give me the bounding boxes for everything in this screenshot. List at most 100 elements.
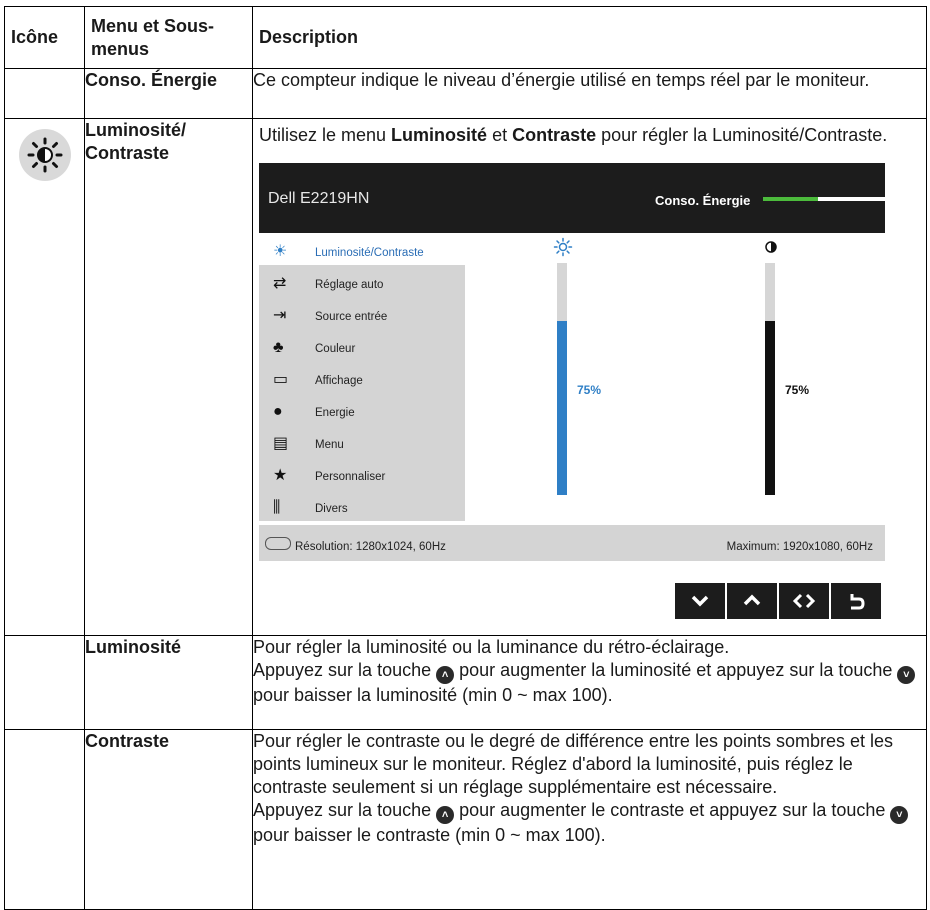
brightness-sun-icon xyxy=(18,129,71,181)
enter-icon xyxy=(792,593,816,609)
brightness-slider[interactable]: 75% xyxy=(553,233,613,525)
osd-menu-label: Divers xyxy=(315,503,348,515)
menu-cell: Contraste xyxy=(84,729,253,910)
menu-item-luminosite: Luminosité xyxy=(85,637,182,657)
desc-text: Pour régler la luminosité ou la luminanc… xyxy=(253,637,730,657)
star-icon: ★ xyxy=(273,467,288,484)
desc-cell: Pour régler le contraste ou le degré de … xyxy=(252,729,927,910)
desc-text: pour augmenter le contraste et appuyez s… xyxy=(454,800,891,820)
energy-meter xyxy=(763,197,885,201)
desc-text: pour baisser le contraste (min 0 ~ max 1… xyxy=(253,825,606,845)
contrast-fill xyxy=(765,321,775,495)
desc-cell: Pour régler la luminosité ou la luminanc… xyxy=(252,635,927,730)
auto-adjust-icon: ⇄ xyxy=(273,275,287,292)
osd-status-bar: Résolution: 1280x1024, 60Hz Maximum: 192… xyxy=(259,525,885,561)
osd-resolution: Résolution: 1280x1024, 60Hz xyxy=(295,541,446,553)
resolution-icon xyxy=(265,537,291,550)
up-key-icon: ˄ xyxy=(436,806,455,824)
osd-menu-label: Energie xyxy=(315,407,355,419)
desc-cell: Ce compteur indique le niveau d’énergie … xyxy=(252,68,927,119)
osd-energy-label: Conso. Énergie xyxy=(655,193,751,208)
contrast-track xyxy=(765,263,775,495)
table-header-row: Icône Menu et Sous-menus Description xyxy=(4,6,927,69)
icon-cell xyxy=(4,68,85,119)
down-key-icon: ˅ xyxy=(890,806,909,824)
enter-button[interactable] xyxy=(779,583,829,619)
icon-cell xyxy=(4,729,85,910)
brightness-track xyxy=(557,263,567,495)
menu-table: Icône Menu et Sous-menus Description Con… xyxy=(4,6,927,910)
others-icon: ⫼ xyxy=(273,499,281,516)
header-menu-label: Menu et Sous-menus xyxy=(91,15,215,59)
icon-cell xyxy=(4,118,85,636)
osd-body: ☀ Luminosité/Contraste ⇄ Réglage auto ⇥ Sourc… xyxy=(259,233,885,525)
sun-icon xyxy=(553,237,573,257)
table-row: Luminosité Pour régler la luminosité ou … xyxy=(4,635,927,730)
header-icon-col: Icône xyxy=(4,6,85,69)
desc-text: Pour régler le contraste ou le degré de … xyxy=(253,731,894,797)
osd-menu-item[interactable]: ★ Personnaliser xyxy=(259,457,465,489)
osd-menu-item[interactable]: ▭ Affichage xyxy=(259,361,465,393)
up-button[interactable] xyxy=(727,583,777,619)
desc-text: pour augmenter la luminosité et appuyez … xyxy=(454,660,898,680)
desc-text: Appuyez sur la touche xyxy=(253,660,437,680)
desc-conso-energie: Ce compteur indique le niveau d’énergie … xyxy=(253,70,870,90)
osd-screenshot: Dell E2219HN Conso. Énergie ☀ Luminosité/… xyxy=(259,163,885,635)
desc-bold-contraste: Contraste xyxy=(512,125,597,145)
osd-menu-item[interactable]: ⫼ Divers xyxy=(259,489,465,521)
osd-header: Dell E2219HN Conso. Énergie xyxy=(259,163,885,233)
desc-text: Appuyez sur la touche xyxy=(253,800,437,820)
osd-menu-label: Couleur xyxy=(315,343,356,355)
down-key-icon: ˅ xyxy=(897,666,916,684)
desc-text: Utilisez le menu xyxy=(259,125,392,145)
down-button[interactable] xyxy=(675,583,725,619)
input-source-icon: ⇥ xyxy=(273,307,287,324)
energy-meter-fill xyxy=(763,197,818,201)
sun-icon: ☀ xyxy=(273,243,288,260)
osd-maximum: Maximum: 1920x1080, 60Hz xyxy=(726,541,873,553)
display-icon: ▭ xyxy=(273,371,289,388)
back-button[interactable] xyxy=(831,583,881,619)
menu-icon: ▤ xyxy=(273,435,289,452)
table-row: Conso. Énergie Ce compteur indique le ni… xyxy=(4,68,927,119)
osd-menu: ☀ Luminosité/Contraste ⇄ Réglage auto ⇥ Sourc… xyxy=(259,233,465,521)
menu-item-contraste: Contraste xyxy=(85,731,170,751)
menu-item-luminosite-contraste: Luminosité/ Contraste xyxy=(85,120,187,163)
osd-menu-item[interactable]: ☀ Luminosité/Contraste xyxy=(259,233,465,265)
osd-menu-item[interactable]: ⇥ Source entrée xyxy=(259,297,465,329)
osd-menu-label: Source entrée xyxy=(315,311,388,323)
color-icon: ♣ xyxy=(273,339,284,356)
desc-text: pour baisser la luminosité (min 0 ~ max … xyxy=(253,685,613,705)
osd-menu-item[interactable]: ● Energie xyxy=(259,393,465,425)
contrast-value: 75% xyxy=(785,383,810,397)
menu-cell: Luminosité/ Contraste xyxy=(84,118,253,636)
brightness-value: 75% xyxy=(577,383,602,397)
contrast-icon xyxy=(765,241,777,253)
osd-buttons xyxy=(675,583,881,619)
table-row: Contraste Pour régler le contraste ou le… xyxy=(4,729,927,910)
osd-menu-item[interactable]: ⇄ Réglage auto xyxy=(259,265,465,297)
desc-bold-luminosite: Luminosité xyxy=(391,125,488,145)
up-key-icon: ˄ xyxy=(436,666,455,684)
osd-menu-label: Menu xyxy=(315,439,344,451)
osd-menu-item[interactable]: ♣ Couleur xyxy=(259,329,465,361)
chevron-down-icon xyxy=(691,595,709,607)
desc-cell: Utilisez le menu Luminosité et Contraste… xyxy=(252,118,927,636)
osd-menu-label: Affichage xyxy=(315,375,363,387)
menu-cell: Conso. Énergie xyxy=(84,68,253,119)
osd-menu-label: Luminosité/Contraste xyxy=(315,247,424,259)
chevron-up-icon xyxy=(743,594,761,606)
osd-menu-label: Réglage auto xyxy=(315,279,384,291)
menu-cell: Luminosité xyxy=(84,635,253,730)
osd-menu-item[interactable]: ▤ Menu xyxy=(259,425,465,457)
header-desc-col: Description xyxy=(252,6,927,69)
desc-text: et xyxy=(487,125,513,145)
brightness-fill xyxy=(557,321,567,495)
osd-title: Dell E2219HN xyxy=(268,190,370,207)
osd-menu-label: Personnaliser xyxy=(315,471,386,483)
back-icon xyxy=(850,594,865,610)
header-menu-col: Menu et Sous-menus xyxy=(84,6,253,69)
contrast-slider[interactable]: 75% xyxy=(761,233,821,525)
menu-item-conso-energie: Conso. Énergie xyxy=(85,70,218,90)
energy-icon: ● xyxy=(273,403,283,420)
